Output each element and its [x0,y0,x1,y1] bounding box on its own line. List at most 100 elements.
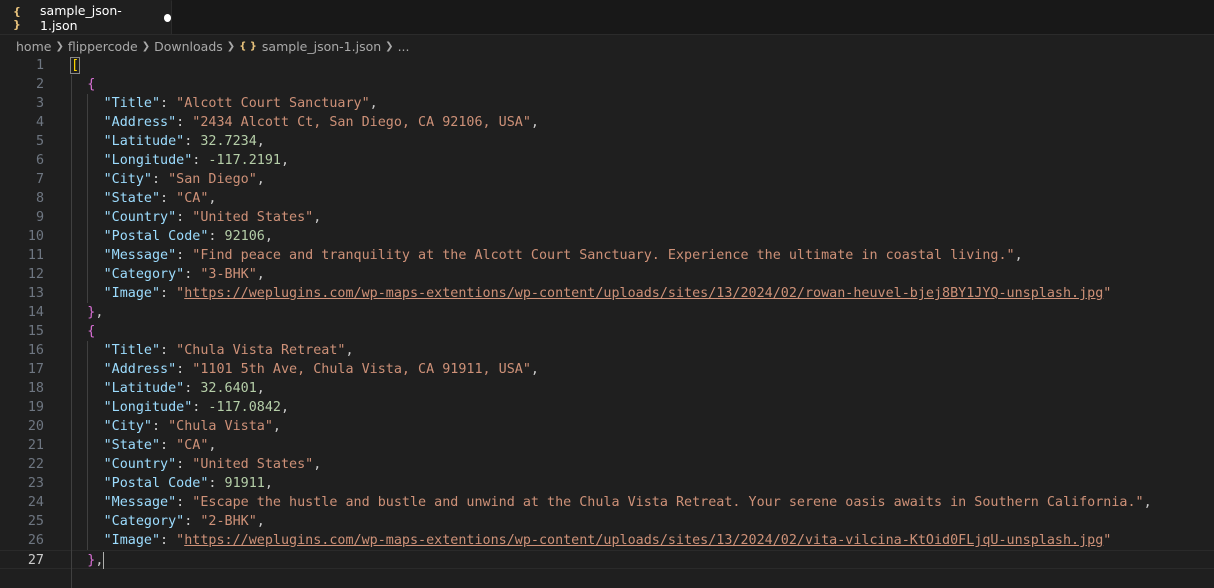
line-number: 2 [35,77,44,92]
code-line[interactable]: 12 "Category": "3-BHK", [0,265,1214,284]
code-line[interactable]: 22 "Country": "United States", [0,455,1214,474]
code-line[interactable]: 17 "Address": "1101 5th Ave, Chula Vista,… [0,360,1214,379]
token-key: "Postal Code" [103,476,209,491]
code-line[interactable]: 3 "Title": "Alcott Court Sanctuary", [0,94,1214,113]
token-str: " [176,286,185,301]
token-key: "Category" [103,267,185,282]
code-line[interactable]: 4 "Address": "2434 Alcott Ct, San Diego, … [0,113,1214,132]
token-str: "1101 5th Ave, Chula Vista, CA 91911, US… [192,362,531,377]
token-punc: : [151,172,169,187]
tab-bar: { } sample_json-1.json [0,0,1214,35]
code-content: "Latitude": 32.6401, [104,379,265,398]
token-key: "City" [103,419,152,434]
line-number: 9 [35,210,44,225]
indent-guide [87,341,89,550]
token-punc: , [280,400,290,415]
token-punc: , [264,476,273,491]
breadcrumb-symbol[interactable]: ... [398,39,410,54]
code-line[interactable]: 23 "Postal Code": 91911, [0,474,1214,493]
token-str: " [1103,286,1112,301]
token-punc: : [176,248,193,263]
code-line[interactable]: 6 "Longitude": -117.2191, [0,151,1214,170]
code-line[interactable]: 2{ [0,75,1214,94]
code-editor[interactable]: 1[2{3 "Title": "Alcott Court Sanctuary", 4… [0,56,1214,588]
code-content: "Message": "Escape the hustle and bustle… [104,493,1152,512]
line-number: 16 [27,343,44,358]
code-content: "Category": "3-BHK", [104,265,265,284]
token-str: "Chula Vista" [168,419,273,434]
code-content: { [87,75,95,94]
token-key: "Message" [103,248,177,263]
code-line[interactable]: 5 "Latitude": 32.7234, [0,132,1214,151]
token-str: "2434 Alcott Ct, San Diego, CA 92106, US… [192,115,531,130]
code-line[interactable]: 16 "Title": "Chula Vista Retreat", [0,341,1214,360]
token-url[interactable]: https://weplugins.com/wp-maps-extentions… [184,286,1103,301]
code-line[interactable]: 18 "Latitude": 32.6401, [0,379,1214,398]
token-url[interactable]: https://weplugins.com/wp-maps-extentions… [184,533,1103,548]
code-line[interactable]: 13 "Image": "https://weplugins.com/wp-map… [0,284,1214,303]
token-num: 91911 [224,476,265,491]
code-line[interactable]: 21 "State": "CA", [0,436,1214,455]
token-punc: : [184,267,201,282]
indent-guide [87,94,89,303]
line-number: 18 [27,381,44,396]
code-line[interactable]: 8 "State": "CA", [0,189,1214,208]
token-punc: : [176,495,193,510]
code-content: }, [87,303,103,322]
token-key: "Longitude" [103,153,193,168]
code-line[interactable]: 9 "Country": "United States", [0,208,1214,227]
code-content: "City": "Chula Vista", [104,417,281,436]
text-cursor [103,551,105,569]
token-bracket2: { [87,324,96,339]
unsaved-dot-icon[interactable] [163,13,171,22]
code-content: "Longitude": -117.0842, [104,398,289,417]
code-line[interactable]: 20 "City": "Chula Vista", [0,417,1214,436]
token-str: "CA" [176,438,209,453]
token-key: "Latitude" [103,381,185,396]
code-content: "Address": "2434 Alcott Ct, San Diego, C… [104,113,539,132]
code-line[interactable]: 27}, [0,550,1214,569]
token-num: 32.6401 [200,381,257,396]
code-line[interactable]: 15 { [0,322,1214,341]
token-punc: , [345,343,354,358]
token-punc: : [160,96,177,111]
token-str: "3-BHK" [200,267,257,282]
code-line[interactable]: 24 "Message": "Escape the hustle and bust… [0,493,1214,512]
token-key: "Latitude" [103,134,185,149]
token-punc: , [1143,495,1152,510]
code-line[interactable]: 7 "City": "San Diego", [0,170,1214,189]
code-content: { [87,322,95,341]
token-punc: : [192,153,209,168]
token-num: -117.2191 [208,153,281,168]
code-line[interactable]: 19 "Longitude": -117.0842, [0,398,1214,417]
token-key: "Country" [103,457,177,472]
token-punc: , [530,115,539,130]
token-punc: : [208,229,225,244]
line-number: 5 [35,134,44,149]
line-number: 6 [35,153,44,168]
code-line[interactable]: 26 "Image": "https://weplugins.com/wp-map… [0,531,1214,550]
code-content: "Title": "Chula Vista Retreat", [104,341,354,360]
code-line[interactable]: 25 "Category": "2-BHK", [0,512,1214,531]
code-line[interactable]: 1[ [0,56,1214,75]
breadcrumb-file[interactable]: sample_json-1.json [262,39,381,54]
token-str: "CA" [176,191,209,206]
line-number: 7 [35,172,44,187]
tab-sample-json[interactable]: { } sample_json-1.json [0,0,172,34]
code-content: "Category": "2-BHK", [104,512,265,531]
token-punc: : [176,362,193,377]
breadcrumb-flippercode[interactable]: flippercode [68,39,138,54]
line-number: 27 [27,553,44,568]
breadcrumb-home[interactable]: home [16,39,51,54]
code-line[interactable]: 14}, [0,303,1214,322]
token-punc: : [176,457,193,472]
breadcrumb-downloads[interactable]: Downloads [154,39,223,54]
chevron-right-icon: ❯ [385,40,394,52]
code-line[interactable]: 10 "Postal Code": 92106, [0,227,1214,246]
code-content: "Latitude": 32.7234, [104,132,265,151]
code-line[interactable]: 11 "Message": "Find peace and tranquility… [0,246,1214,265]
chevron-right-icon: ❯ [141,40,151,52]
token-punc: , [313,210,322,225]
code-content: "Message": "Find peace and tranquility a… [104,246,1023,265]
token-punc: : [160,286,177,301]
